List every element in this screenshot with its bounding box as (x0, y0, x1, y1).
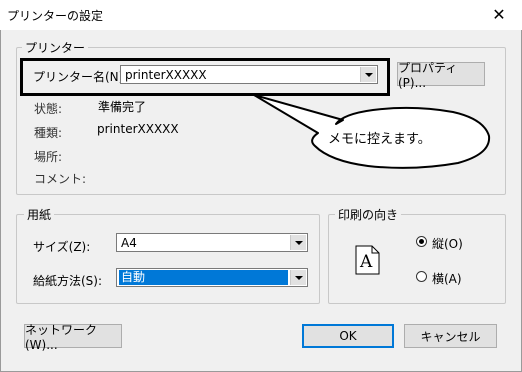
status-label: 状態: (34, 102, 63, 116)
printer-name-value: printerXXXXX (125, 68, 207, 82)
network-button[interactable]: ネットワーク(W)... (24, 323, 122, 352)
location-label: 場所: (34, 150, 63, 164)
properties-button[interactable]: プロパティ(P)... (397, 61, 485, 90)
chevron-down-icon[interactable] (360, 67, 376, 82)
close-icon[interactable]: ✕ (490, 6, 508, 24)
printer-name-label: プリンター名(N): (33, 70, 128, 84)
size-label: サイズ(Z): (33, 240, 91, 254)
paper-source-value: 自動 (119, 270, 288, 285)
window-title: プリンターの設定 (7, 9, 104, 23)
comment-label: コメント: (34, 172, 87, 186)
source-label: 給紙方法(S): (33, 274, 103, 288)
paper-size-value: A4 (121, 236, 137, 250)
callout-text: メモに控えます。 (328, 132, 431, 147)
printer-name-dropdown[interactable]: printerXXXXX (120, 65, 378, 84)
orientation-group-legend: 印刷の向き (335, 206, 402, 223)
landscape-radio[interactable] (416, 271, 427, 282)
portrait-radio[interactable] (416, 236, 427, 247)
page-preview-letter: A (360, 252, 373, 272)
paper-size-dropdown[interactable]: A4 (116, 233, 308, 252)
paper-source-dropdown[interactable]: 自動 (116, 268, 308, 287)
ok-button[interactable]: OK (302, 324, 394, 348)
chevron-down-icon[interactable] (290, 270, 306, 285)
status-value: 準備完了 (98, 100, 147, 114)
type-label: 種類: (34, 126, 63, 140)
paper-group (16, 214, 320, 304)
type-value: printerXXXXX (97, 122, 179, 136)
paper-group-legend: 用紙 (24, 206, 55, 223)
landscape-label[interactable]: 横(A) (432, 270, 462, 287)
window-border-left (0, 0, 1, 372)
cancel-button[interactable]: キャンセル (404, 324, 497, 348)
chevron-down-icon[interactable] (290, 235, 306, 250)
portrait-label[interactable]: 縦(O) (432, 235, 463, 252)
printer-group-legend: プリンター (22, 39, 89, 56)
